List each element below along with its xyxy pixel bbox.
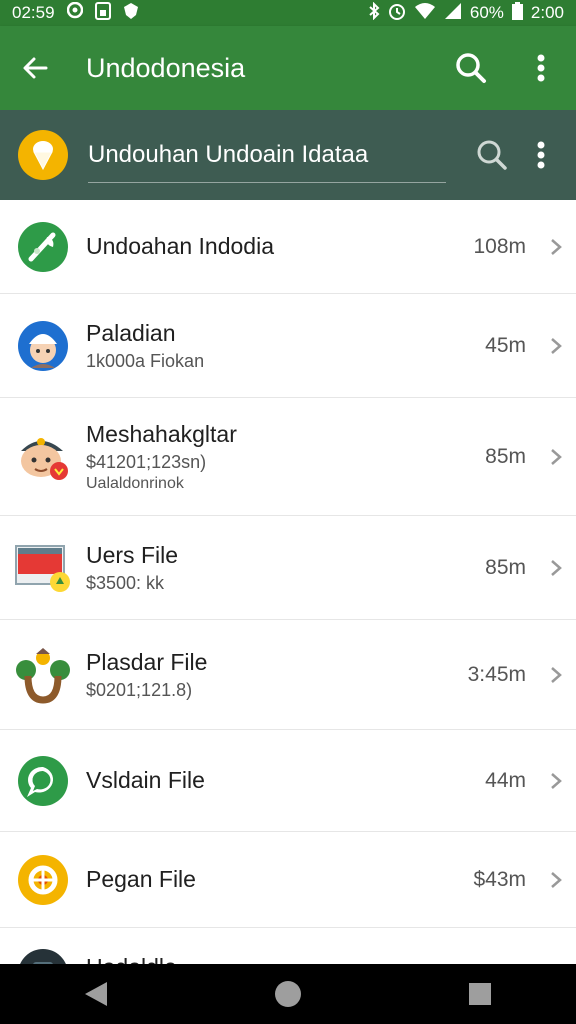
item-size: 108m — [473, 234, 526, 258]
app-bar: Undodonesia — [0, 26, 576, 110]
chevron-right-icon — [536, 559, 576, 577]
chevron-right-icon — [536, 772, 576, 790]
status-time-right: 2:00 — [530, 3, 564, 22]
nav-home-button[interactable] — [248, 964, 328, 1024]
search-field[interactable] — [88, 127, 446, 183]
shield-icon — [123, 2, 139, 25]
status-bar: 02:59 60% 2:00 — [0, 0, 576, 26]
nav-back-button[interactable] — [56, 964, 136, 1024]
chevron-right-icon — [536, 871, 576, 889]
item-title: Uadaldle — [86, 954, 576, 964]
item-title: Meshahakgltar — [86, 420, 237, 447]
battery-percent: 60% — [469, 3, 504, 22]
list-item[interactable]: Uers File $3500: kk 85m — [0, 516, 576, 620]
item-subtitle-secondary: Ualaldonrinok — [86, 474, 184, 492]
search-input[interactable] — [88, 140, 446, 169]
list-item[interactable]: Meshahakgltar $41201;123sn) Ualaldonrino… — [0, 398, 576, 516]
back-button[interactable] — [0, 26, 70, 110]
character-avatar-icon — [21, 437, 68, 480]
search-icon — [456, 53, 486, 83]
search-button[interactable] — [436, 26, 506, 110]
item-title: Undoahan Indodia — [86, 233, 274, 259]
item-subtitle: $41201;123sn) — [86, 451, 207, 472]
search-options-button[interactable] — [526, 135, 556, 175]
gear-badge-icon — [18, 854, 68, 905]
more-vert-icon — [537, 54, 545, 82]
item-subtitle: $3500: kk — [86, 572, 165, 593]
green-leaf-icon — [18, 221, 68, 272]
signal-icon — [444, 2, 462, 25]
triangle-back-icon — [85, 982, 107, 1006]
bluetooth-icon — [368, 1, 380, 25]
list-item[interactable]: Paladian 1k000a Fiokan 45m — [0, 294, 576, 398]
item-title: Uers File — [86, 541, 179, 568]
location-icon — [66, 1, 83, 25]
search-submit-button[interactable] — [472, 135, 512, 175]
more-vert-icon — [537, 141, 545, 169]
nav-recents-button[interactable] — [440, 964, 520, 1024]
list-item[interactable]: Uadaldle — [0, 940, 576, 964]
item-title: Paladian — [86, 319, 176, 346]
app-logo — [18, 130, 68, 180]
file-list: Undoahan Indodia 108m Paladian 1k000a Fi… — [0, 200, 576, 964]
person-avatar-icon — [18, 320, 68, 371]
chevron-right-icon — [536, 337, 576, 355]
item-size: 3:45m — [467, 662, 526, 686]
back-arrow-icon — [23, 57, 48, 79]
tree-icon — [16, 647, 70, 704]
alarm-icon — [388, 2, 406, 25]
search-icon — [477, 140, 507, 170]
screen: 02:59 60% 2:00 Undodonesia Undouhan Undo… — [0, 0, 576, 1024]
overflow-menu-button[interactable] — [506, 26, 576, 110]
list-item[interactable]: Plasdar File $0201;121.8) 3:45m — [0, 620, 576, 730]
wifi-icon — [414, 2, 436, 25]
chat-bubble-icon — [18, 755, 68, 806]
item-size: 45m — [485, 333, 526, 357]
square-recents-icon — [469, 983, 491, 1005]
circle-home-icon — [275, 981, 301, 1007]
item-title: Vsldain File — [86, 767, 205, 793]
item-title: Plasdar File — [86, 648, 208, 675]
dark-app-icon — [20, 949, 66, 964]
chevron-right-icon — [536, 448, 576, 466]
item-size: 44m — [485, 768, 526, 792]
item-subtitle: $0201;121.8) — [86, 679, 193, 700]
ice-cream-icon — [33, 141, 53, 170]
item-size: 85m — [485, 444, 526, 468]
page-title: Undodonesia — [86, 52, 246, 83]
status-time-left: 02:59 — [12, 3, 55, 22]
list-item[interactable]: Undoahan Indodia 108m — [0, 200, 576, 294]
item-subtitle: 1k000a Fiokan — [86, 350, 205, 371]
battery-icon — [511, 1, 523, 25]
chevron-right-icon — [536, 238, 576, 256]
image-file-icon — [15, 544, 70, 592]
list-item[interactable]: Vsldain File 44m — [0, 730, 576, 832]
sim-icon — [94, 1, 111, 25]
list-item[interactable]: Pegan File $43m — [0, 832, 576, 928]
navigation-bar — [0, 964, 576, 1024]
item-title: Pegan File — [86, 866, 196, 892]
chevron-right-icon — [536, 666, 576, 684]
search-bar — [0, 110, 576, 200]
item-size: 85m — [485, 555, 526, 579]
item-size: $43m — [473, 867, 526, 891]
